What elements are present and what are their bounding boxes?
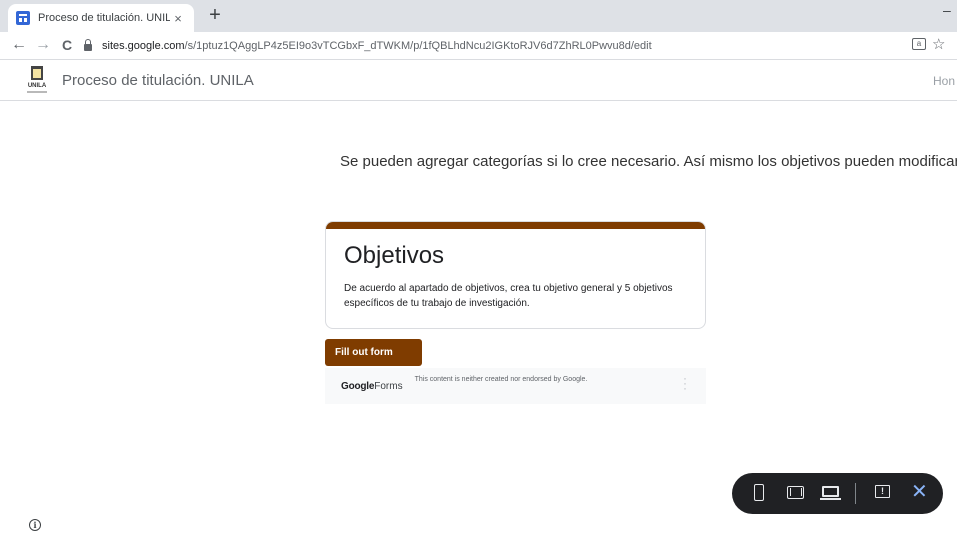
toolbar-divider [855, 483, 856, 504]
form-title: Objetivos [344, 242, 445, 269]
tab-title: Proceso de titulación. UNILA [38, 12, 170, 24]
star-icon[interactable]: ☆ [932, 35, 945, 53]
back-arrow-icon[interactable]: ← [10, 36, 28, 54]
url-path: /s/1ptuz1QAggLP4z5EI9o3vTCGbxF_dTWKM/p/1… [184, 40, 652, 52]
browser-tab[interactable]: Proceso de titulación. UNILA × [8, 4, 194, 32]
logo-emblem-icon [31, 66, 43, 80]
tab-strip: Proceso de titulación. UNILA × + – [0, 0, 957, 32]
browser-toolbar: ← → C sites.google.com/s/1ptuz1QAggLP4z5… [0, 32, 957, 60]
minimize-button[interactable]: – [943, 2, 951, 18]
url-text: sites.google.com/s/1ptuz1QAggLP4z5EI9o3v… [102, 40, 652, 52]
preview-toolbar: ! ✕ [732, 473, 943, 514]
intro-text: Se pueden agregar categorías si lo cree … [340, 153, 957, 170]
form-card: Objetivos De acuerdo al apartado de obje… [325, 221, 706, 329]
google-forms-logo-bold: Google [341, 381, 375, 392]
form-description: De acuerdo al apartado de objetivos, cre… [344, 283, 673, 309]
site-logo[interactable]: UNILA [24, 66, 50, 96]
info-icon[interactable]: i [29, 519, 41, 531]
reload-icon[interactable]: C [58, 36, 76, 54]
nav-home-link[interactable]: Hon [933, 74, 955, 88]
form-accent-bar [326, 222, 705, 229]
google-forms-footer: GoogleForms This content is neither crea… [325, 368, 706, 404]
more-options-icon[interactable]: · · · [683, 372, 687, 394]
tab-close-icon[interactable]: × [170, 11, 186, 26]
address-bar[interactable]: sites.google.com/s/1ptuz1QAggLP4z5EI9o3v… [84, 36, 944, 56]
forward-arrow-icon[interactable]: → [34, 36, 52, 54]
new-tab-button[interactable]: + [204, 5, 226, 27]
laptop-icon[interactable] [820, 486, 841, 500]
site-title[interactable]: Proceso de titulación. UNILA [62, 72, 254, 89]
logo-text: UNILA [27, 83, 47, 89]
phone-icon[interactable] [754, 484, 764, 501]
logo-underline [27, 91, 47, 93]
google-forms-logo[interactable]: GoogleForms [341, 381, 403, 392]
close-icon[interactable]: ✕ [911, 481, 928, 503]
url-host: sites.google.com [102, 40, 185, 52]
favicon-icon [16, 11, 30, 25]
translate-icon[interactable]: a [912, 38, 926, 50]
forms-disclaimer: This content is neither created nor endo… [414, 376, 588, 383]
feedback-icon[interactable]: ! [875, 485, 890, 498]
google-forms-logo-text: Forms [374, 381, 403, 392]
lock-icon[interactable] [84, 39, 92, 51]
tablet-icon[interactable] [787, 486, 804, 499]
fill-out-form-button[interactable]: Fill out form [325, 339, 422, 366]
site-header: UNILA Proceso de titulación. UNILA Hon [0, 60, 957, 101]
